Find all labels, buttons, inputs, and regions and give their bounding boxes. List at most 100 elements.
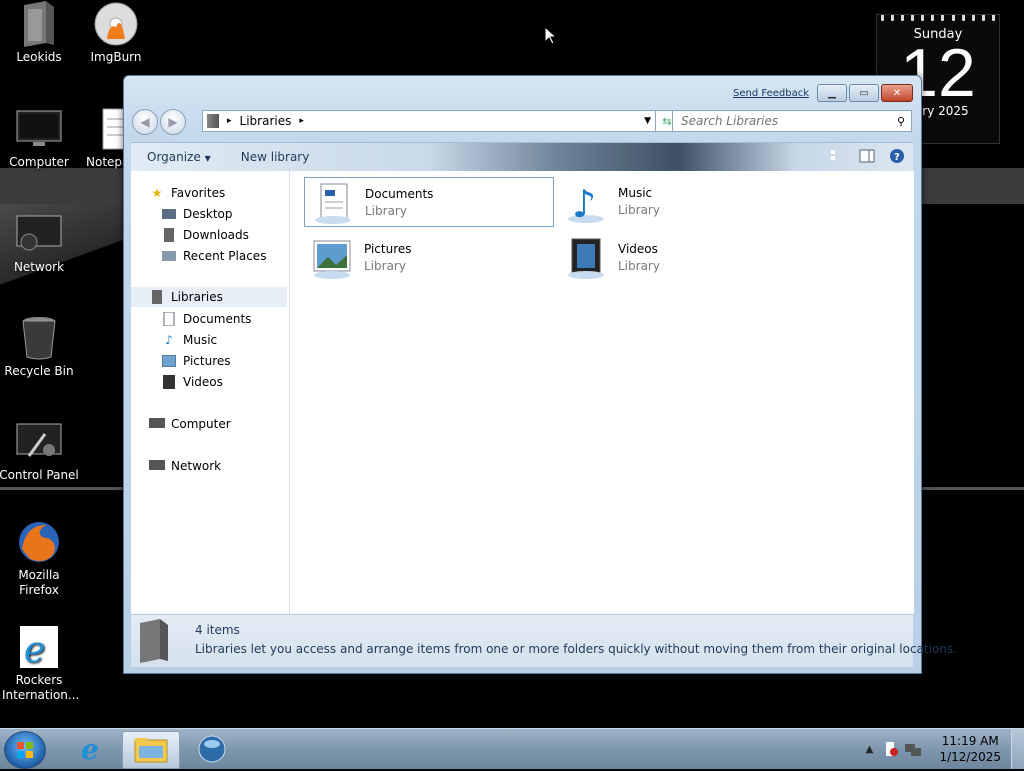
breadcrumb-arrow-icon[interactable]: ▸	[227, 116, 232, 126]
desktop-icon-label: Leokids	[16, 50, 62, 64]
forward-button[interactable]: ▶	[160, 109, 186, 135]
desktop-icon-control-panel[interactable]: Control Panel	[0, 420, 81, 483]
window-controls: ▁ ▭ ✕	[817, 84, 913, 102]
desktop-icon-imgburn[interactable]: ImgBurn	[74, 2, 158, 65]
nav-item-videos[interactable]: Videos	[161, 372, 223, 392]
nav-item-recent-places[interactable]: Recent Places	[161, 246, 266, 266]
nav-item-documents[interactable]: Documents	[161, 309, 251, 329]
help-icon[interactable]: ?	[889, 148, 905, 164]
music-library-icon: ♪	[562, 179, 610, 223]
command-toolbar: Organize ▼ New library ?	[131, 142, 913, 172]
chevron-down-icon: ▼	[204, 154, 211, 163]
libraries-icon	[149, 290, 165, 304]
start-button[interactable]	[4, 731, 46, 769]
organize-button[interactable]: Organize ▼	[147, 150, 211, 164]
maximize-icon: ▭	[859, 87, 869, 99]
search-input[interactable]	[679, 113, 883, 129]
show-desktop-button[interactable]	[1011, 729, 1024, 769]
svg-text:♪: ♪	[572, 182, 596, 223]
nav-item-desktop[interactable]: Desktop	[161, 204, 233, 224]
videos-icon	[161, 375, 177, 389]
desktop-icon-ie[interactable]: e Rockers Internation...	[0, 625, 81, 703]
calendar-rings	[881, 15, 995, 23]
library-type: Library	[618, 258, 660, 273]
item-count: 4 items	[195, 623, 240, 637]
breadcrumb-libraries[interactable]: Libraries	[240, 114, 292, 128]
desktop-icon-label: Control Panel	[0, 468, 79, 482]
internet-explorer-icon: e	[81, 732, 99, 766]
minimize-button[interactable]: ▁	[817, 84, 847, 102]
refresh-icon: ⇆	[662, 114, 672, 128]
taskbar-clock[interactable]: 11:19 AM 1/12/2025	[939, 733, 1001, 765]
taskbar: e ▲ 11:19 AM 1/12/2025	[0, 728, 1024, 769]
address-bar[interactable]: ▸ Libraries ▸ ▼	[202, 110, 658, 132]
send-feedback-link[interactable]: Send Feedback	[733, 88, 809, 99]
maximize-button[interactable]: ▭	[849, 84, 879, 102]
desktop-icon-firefox[interactable]: Mozilla Firefox	[0, 520, 81, 598]
address-dropdown-icon[interactable]: ▼	[644, 116, 651, 126]
navigation-buttons: ◀ ▶	[132, 109, 186, 135]
windows-logo-icon	[17, 742, 33, 758]
nav-item-favorites[interactable]: ★ Favorites	[149, 183, 226, 203]
recycle-bin-icon	[15, 316, 63, 360]
action-center-icon[interactable]	[883, 741, 899, 757]
nav-item-libraries[interactable]: Libraries	[131, 287, 287, 307]
nav-item-computer[interactable]: Computer	[149, 414, 231, 434]
desktop-icon-recycle-bin[interactable]: Recycle Bin	[0, 316, 81, 379]
documents-icon	[161, 312, 177, 326]
new-library-button[interactable]: New library	[241, 150, 310, 164]
network-status-icon[interactable]	[905, 741, 922, 757]
library-item-videos[interactable]: Videos Library	[558, 233, 806, 281]
pictures-library-icon	[308, 235, 356, 279]
breadcrumb-arrow-icon[interactable]: ▸	[299, 116, 304, 126]
library-item-pictures[interactable]: Pictures Library	[304, 233, 552, 281]
pictures-icon	[161, 354, 177, 368]
search-icon[interactable]: ⚲	[897, 115, 905, 128]
desktop-icon	[161, 207, 177, 221]
library-name: Music	[618, 185, 653, 200]
nav-item-downloads[interactable]: Downloads	[161, 225, 249, 245]
desktop-icon-leokids[interactable]: Leokids	[0, 1, 81, 65]
clock-time: 11:19 AM	[941, 734, 999, 748]
star-icon: ★	[151, 186, 163, 200]
view-options-icon[interactable]	[829, 148, 845, 164]
control-panel-icon	[15, 420, 63, 464]
back-button[interactable]: ◀	[132, 109, 158, 135]
taskbar-internet-explorer[interactable]: e	[62, 731, 118, 767]
svg-text:?: ?	[894, 152, 900, 163]
desktop-icon-label: ImgBurn	[90, 50, 142, 64]
computer-icon	[149, 417, 165, 431]
preview-pane-icon[interactable]	[859, 148, 875, 164]
desktop-icon-label: Recycle Bin	[4, 364, 74, 378]
library-type: Library	[365, 203, 407, 218]
nav-item-pictures[interactable]: Pictures	[161, 351, 231, 371]
desktop-icon-label: Mozilla Firefox	[18, 568, 60, 597]
nav-item-network[interactable]: Network	[149, 456, 221, 476]
desktop-icon-label: Computer	[9, 155, 69, 169]
desktop-icon-notepad[interactable]: Notepa	[74, 107, 128, 170]
search-box[interactable]: ⚲	[672, 110, 912, 132]
content-pane: Documents Library ♪ Music Library Pictur…	[290, 171, 914, 614]
desktop-icon-network[interactable]: Network	[0, 212, 81, 275]
documents-library-icon	[309, 180, 357, 224]
library-name: Videos	[618, 241, 658, 256]
taskbar-media-player[interactable]	[184, 731, 240, 767]
navigation-pane: ★ Favorites Desktop Downloads Recent Plac…	[131, 171, 290, 614]
library-item-music[interactable]: ♪ Music Library	[558, 177, 806, 225]
forward-arrow-icon: ▶	[168, 115, 178, 129]
close-button[interactable]: ✕	[881, 84, 913, 102]
videos-library-icon	[562, 235, 610, 279]
nav-item-music[interactable]: ♪ Music	[161, 330, 217, 350]
imgburn-icon	[92, 2, 140, 46]
desktop-icon-label: Notepa	[86, 155, 128, 169]
library-item-documents[interactable]: Documents Library	[304, 177, 554, 227]
recent-places-icon	[161, 249, 177, 263]
network-icon	[15, 212, 63, 256]
show-hidden-icons-icon[interactable]: ▲	[861, 741, 877, 757]
network-icon	[149, 459, 165, 473]
desktop-icon-computer[interactable]: Computer	[0, 107, 81, 170]
back-arrow-icon: ◀	[140, 115, 150, 129]
library-type: Library	[364, 258, 406, 273]
folder-icon	[134, 738, 168, 763]
taskbar-windows-explorer[interactable]	[122, 731, 180, 769]
